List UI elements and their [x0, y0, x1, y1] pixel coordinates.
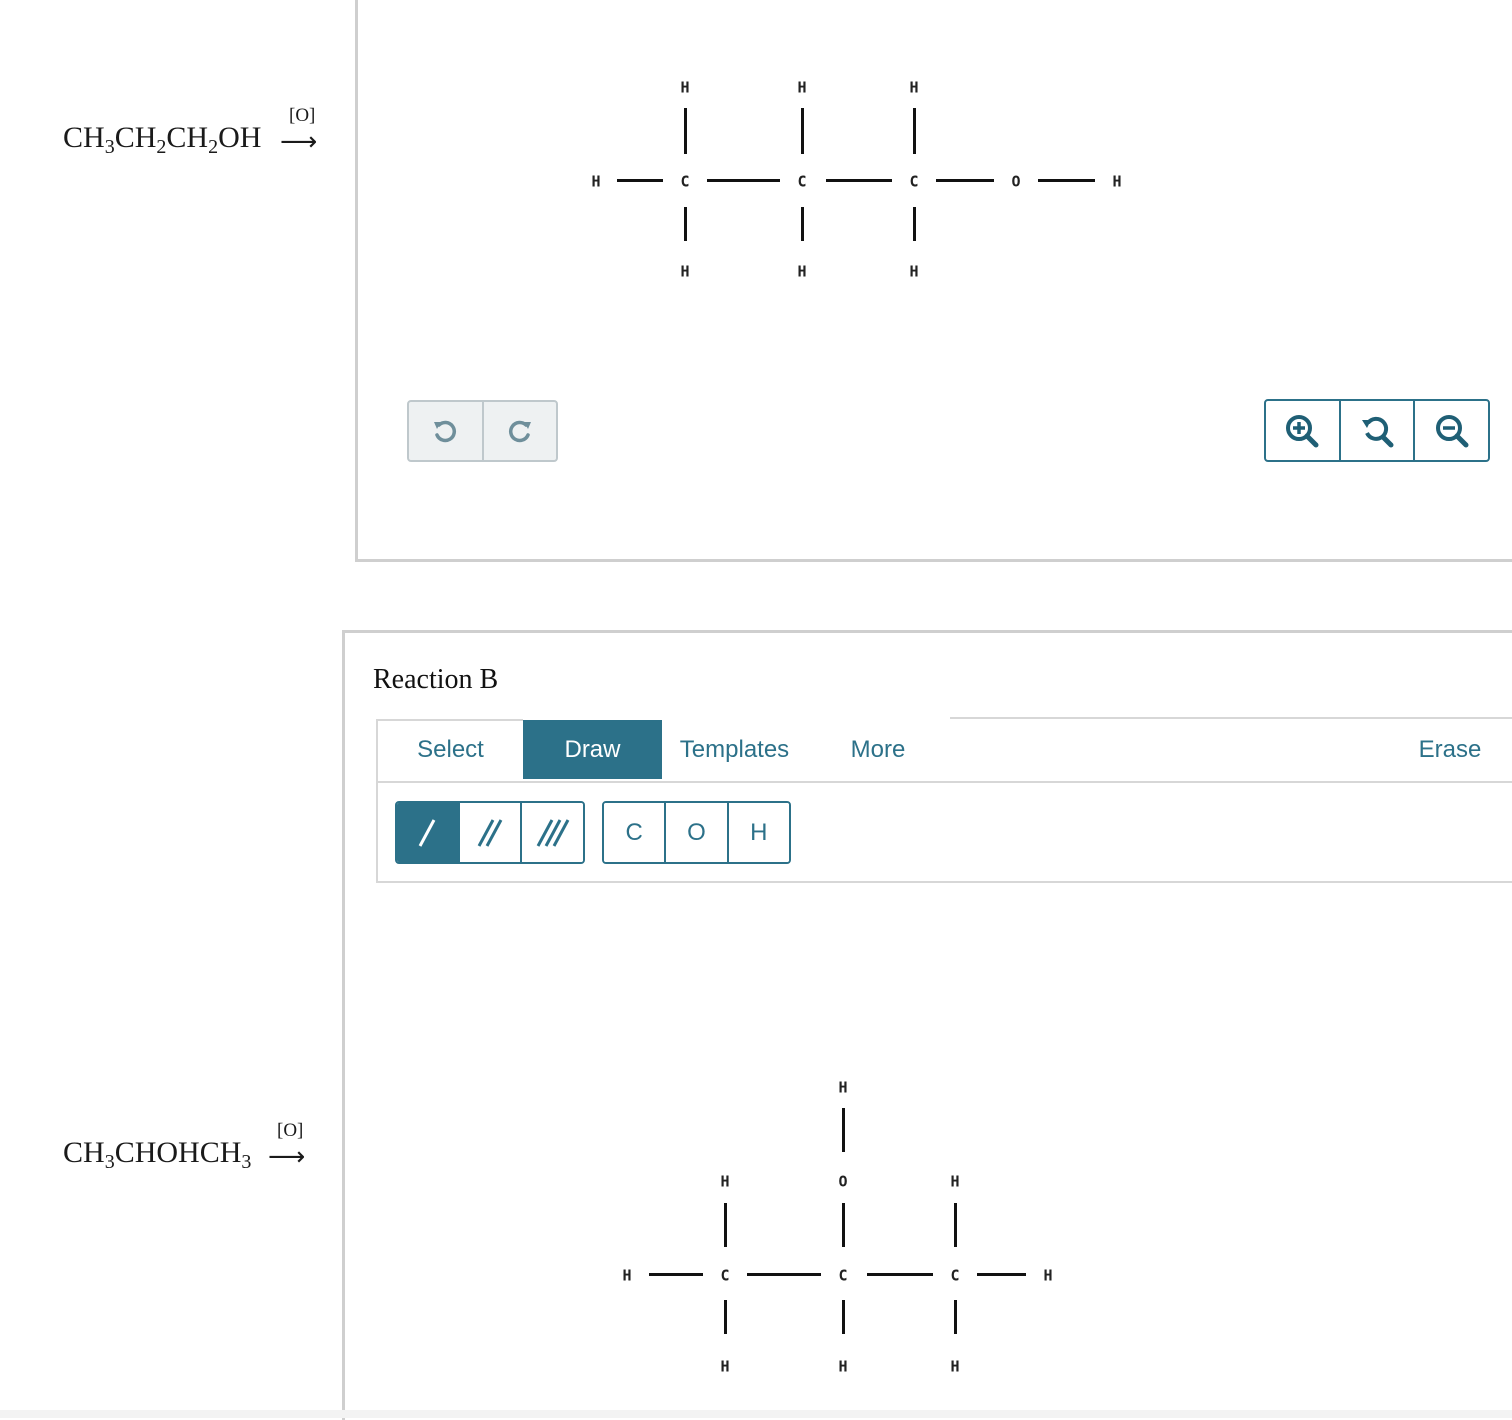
triple-bond-button[interactable]	[520, 803, 583, 862]
bond[interactable]	[747, 1273, 821, 1276]
reaction-a-canvas[interactable]	[355, 0, 1512, 562]
bond[interactable]	[842, 1203, 845, 1247]
zoom-out-icon	[1435, 414, 1469, 447]
bond[interactable]	[724, 1203, 727, 1247]
redo-button[interactable]	[481, 402, 557, 460]
atom[interactable]: H	[720, 1174, 729, 1190]
bond[interactable]	[707, 179, 780, 182]
bond[interactable]	[801, 207, 804, 241]
page-footer-strip	[0, 1410, 1512, 1418]
atom[interactable]: H	[838, 1359, 847, 1375]
bond[interactable]	[936, 179, 994, 182]
undo-redo-group	[407, 400, 558, 462]
bond[interactable]	[617, 179, 663, 182]
atom-tools: C O H	[602, 801, 791, 864]
atom[interactable]: O	[1011, 174, 1020, 190]
atom[interactable]: H	[909, 264, 918, 280]
bond-tools	[395, 801, 585, 864]
zoom-reset-button[interactable]	[1338, 401, 1414, 460]
atom[interactable]: C	[680, 174, 689, 190]
atom[interactable]: H	[797, 80, 806, 96]
undo-button[interactable]	[409, 402, 482, 460]
atom[interactable]: H	[680, 264, 689, 280]
atom[interactable]: H	[720, 1359, 729, 1375]
atom[interactable]: C	[720, 1268, 729, 1284]
reaction-b-formula: CH3CHOHCH3	[63, 1136, 252, 1173]
bond[interactable]	[842, 1108, 845, 1152]
toolbar-divider	[378, 781, 1512, 783]
zoom-in-button[interactable]	[1266, 401, 1339, 460]
bond[interactable]	[724, 1300, 727, 1334]
atom[interactable]: H	[1112, 174, 1121, 190]
double-bond-icon	[477, 818, 503, 847]
toolbar-divider	[950, 717, 1512, 719]
reaction-a-reagent: [O]	[289, 105, 316, 126]
single-bond-button[interactable]	[397, 803, 458, 862]
tab-more[interactable]: More	[807, 720, 949, 779]
reaction-b-arrow: ⟶	[268, 1141, 306, 1171]
bond[interactable]	[684, 108, 687, 154]
atom[interactable]: C	[950, 1268, 959, 1284]
bond[interactable]	[842, 1300, 845, 1334]
triple-bond-icon	[536, 818, 569, 847]
erase-button[interactable]: Erase	[1400, 720, 1500, 779]
reaction-a-formula: CH3CH2CH2OH	[63, 121, 262, 158]
atom[interactable]: O	[838, 1174, 847, 1190]
tab-draw[interactable]: Draw	[523, 720, 662, 779]
atom[interactable]: H	[950, 1359, 959, 1375]
zoom-controls	[1264, 399, 1490, 462]
atom[interactable]: H	[591, 174, 600, 190]
atom-carbon-button[interactable]: C	[604, 803, 665, 862]
atom[interactable]: H	[797, 264, 806, 280]
atom[interactable]: H	[838, 1080, 847, 1096]
bond[interactable]	[913, 108, 916, 154]
bond[interactable]	[826, 179, 892, 182]
zoom-reset-icon	[1362, 416, 1394, 447]
zoom-out-button[interactable]	[1413, 401, 1488, 460]
bond[interactable]	[684, 207, 687, 241]
reaction-b-title: Reaction B	[373, 664, 499, 695]
atom[interactable]: H	[622, 1268, 631, 1284]
bond[interactable]	[954, 1203, 957, 1247]
atom-oxygen-button[interactable]: O	[664, 803, 727, 862]
tab-templates[interactable]: Templates	[662, 720, 807, 779]
atom[interactable]: H	[680, 80, 689, 96]
tab-select[interactable]: Select	[378, 720, 523, 779]
bond[interactable]	[801, 108, 804, 154]
zoom-in-icon	[1286, 414, 1319, 447]
bond[interactable]	[977, 1273, 1026, 1276]
atom[interactable]: H	[909, 80, 918, 96]
atom-hydrogen-button[interactable]: H	[726, 803, 789, 862]
atom[interactable]: C	[797, 174, 806, 190]
atom[interactable]: H	[1043, 1268, 1052, 1284]
bond[interactable]	[867, 1273, 933, 1276]
atom[interactable]: C	[838, 1268, 847, 1284]
bond[interactable]	[913, 207, 916, 241]
bond[interactable]	[954, 1300, 957, 1334]
undo-icon	[434, 420, 457, 443]
reaction-a-arrow: ⟶	[280, 126, 318, 156]
bond[interactable]	[649, 1273, 703, 1276]
bond[interactable]	[1038, 179, 1095, 182]
single-bond-icon	[419, 818, 436, 847]
atom[interactable]: H	[950, 1174, 959, 1190]
redo-icon	[508, 420, 531, 443]
reaction-b-reagent: [O]	[277, 1120, 304, 1141]
double-bond-button[interactable]	[457, 803, 521, 862]
atom[interactable]: C	[909, 174, 918, 190]
